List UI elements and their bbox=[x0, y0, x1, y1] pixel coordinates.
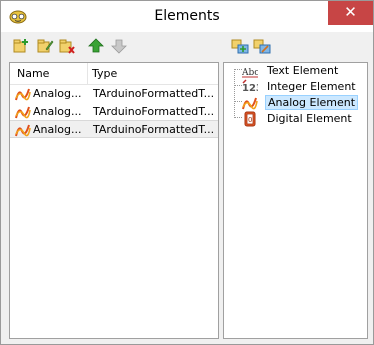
row-type: TArduinoFormattedT... bbox=[93, 87, 215, 100]
elements-window: Elements ✕ Name Type Analog... TArduinoF… bbox=[0, 0, 374, 345]
tree-item-label: Analog Element bbox=[265, 95, 359, 110]
analog-element-icon bbox=[242, 97, 258, 110]
tree-connector bbox=[234, 69, 235, 118]
row-type: TArduinoFormattedT... bbox=[93, 105, 215, 118]
elements-list[interactable]: Name Type Analog... TArduinoFormattedT..… bbox=[9, 62, 219, 339]
delete-element-icon[interactable] bbox=[58, 37, 76, 55]
tree-connector bbox=[234, 117, 242, 118]
analog-element-icon bbox=[15, 88, 31, 101]
svg-text:123: 123 bbox=[242, 83, 258, 94]
element-types-tree[interactable]: Abc Text Element 123 Integer Element Ana… bbox=[223, 62, 368, 339]
analog-element-icon bbox=[15, 124, 31, 137]
add-element-icon[interactable] bbox=[12, 37, 30, 55]
row-name: Analog... bbox=[33, 87, 82, 100]
tree-item-label: Digital Element bbox=[267, 112, 352, 125]
column-header-name[interactable]: Name bbox=[17, 67, 49, 80]
list-row[interactable]: Analog... TArduinoFormattedT... bbox=[10, 103, 218, 121]
svg-text:0: 0 bbox=[248, 116, 252, 124]
column-divider[interactable] bbox=[87, 63, 88, 84]
column-header-type[interactable]: Type bbox=[92, 67, 117, 80]
list-row[interactable]: Analog... TArduinoFormattedT... bbox=[10, 85, 218, 103]
window-title: Elements bbox=[154, 8, 220, 24]
row-type: TArduinoFormattedT... bbox=[93, 123, 215, 136]
title-bar[interactable]: Elements ✕ bbox=[1, 1, 373, 32]
analog-element-icon bbox=[15, 106, 31, 119]
window-content: Name Type Analog... TArduinoFormattedT..… bbox=[1, 32, 373, 344]
list-header: Name Type bbox=[10, 63, 218, 85]
move-down-icon[interactable] bbox=[110, 37, 128, 55]
tree-item-label: Integer Element bbox=[267, 80, 356, 93]
add-to-list-icon[interactable] bbox=[231, 37, 249, 55]
close-button[interactable]: ✕ bbox=[328, 1, 373, 25]
integer-element-icon: 123 bbox=[242, 79, 258, 94]
tree-connector bbox=[234, 69, 242, 70]
tree-connector bbox=[234, 85, 242, 86]
text-element-icon: Abc bbox=[242, 68, 258, 78]
close-icon: ✕ bbox=[344, 3, 357, 21]
tree-item-label: Text Element bbox=[267, 64, 339, 77]
row-name: Analog... bbox=[33, 105, 82, 118]
tree-connector bbox=[234, 101, 242, 102]
list-row-selected[interactable]: Analog... TArduinoFormattedT... bbox=[10, 120, 218, 138]
row-name: Analog... bbox=[33, 123, 82, 136]
edit-list-icon[interactable] bbox=[253, 37, 271, 55]
edit-element-icon[interactable] bbox=[36, 37, 54, 55]
digital-element-icon: 0 bbox=[244, 111, 256, 127]
move-up-icon[interactable] bbox=[87, 37, 105, 55]
